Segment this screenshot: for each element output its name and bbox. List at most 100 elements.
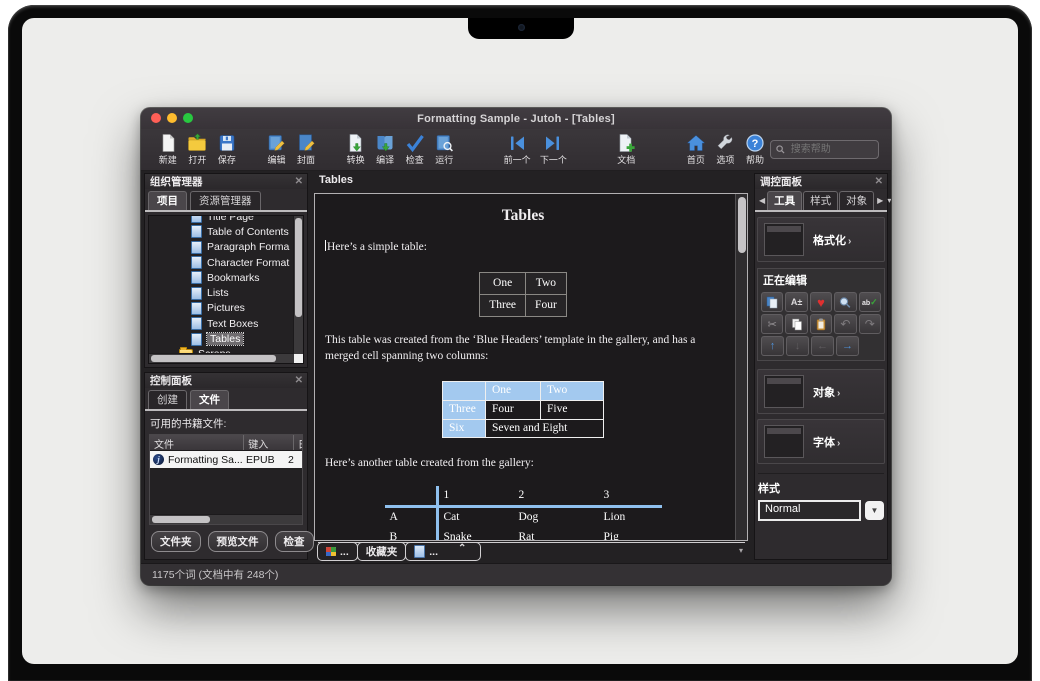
check-button[interactable]: 检查	[400, 133, 430, 166]
tab-resource-manager[interactable]: 资源管理器	[190, 191, 261, 210]
compile-button[interactable]: 编译	[370, 133, 400, 166]
table-cell[interactable]: Lion	[599, 507, 662, 528]
file-list-horizontal-scrollbar[interactable]	[150, 514, 302, 524]
open-button[interactable]: 打开	[183, 133, 213, 166]
help-search-field[interactable]	[770, 140, 879, 159]
spellcheck-button[interactable]: ab✓	[859, 292, 881, 312]
tree-item[interactable]: Text Boxes	[149, 316, 294, 331]
simple-table[interactable]: One Two Three Four	[479, 272, 567, 317]
documents-tab[interactable]: ... ⌃	[405, 542, 481, 561]
zoom-window-button[interactable]	[183, 113, 193, 123]
column-type[interactable]: 键入	[244, 435, 294, 450]
tree-item[interactable]: Character Format	[149, 255, 294, 270]
table-cell[interactable]: Three	[480, 295, 526, 317]
document-button[interactable]: 文档	[612, 133, 642, 166]
collapse-chevron-icon[interactable]: ⌃	[458, 543, 466, 554]
style-combo-value[interactable]: Normal	[758, 500, 861, 521]
table-cell[interactable]: One	[480, 273, 526, 295]
convert-button[interactable]: 转换	[341, 133, 371, 166]
table-cell-header[interactable]: One	[486, 382, 541, 401]
tree-item[interactable]: Title Page	[149, 215, 294, 224]
favorites-tab[interactable]: 收藏夹	[357, 542, 407, 561]
scroll-tabs-right-icon[interactable]: ▶	[875, 196, 885, 205]
run-button[interactable]: 运行	[430, 133, 460, 166]
scroll-tabs-left-icon[interactable]: ◀	[757, 196, 767, 205]
close-window-button[interactable]	[151, 113, 161, 123]
table-cell-header[interactable]	[443, 382, 486, 401]
editor-vertical-scrollbar[interactable]	[735, 194, 747, 540]
table-cell[interactable]: Five	[541, 400, 604, 419]
table-cell[interactable]: Cat	[437, 507, 514, 528]
table-cell-header[interactable]: Six	[443, 419, 486, 438]
blue-headers-table[interactable]: One Two Three Four Five Six	[442, 381, 604, 438]
tree-item[interactable]: Bookmarks	[149, 270, 294, 285]
tree-item[interactable]: Paragraph Forma	[149, 240, 294, 255]
tree-vertical-scrollbar[interactable]	[293, 216, 303, 354]
table-cell[interactable]: A	[385, 507, 438, 528]
close-icon[interactable]: ✕	[295, 375, 303, 386]
table-cell[interactable]: Four	[486, 400, 541, 419]
table-cell[interactable]: Rat	[514, 528, 599, 540]
tree-horizontal-scrollbar[interactable]	[149, 353, 294, 363]
edit-button[interactable]: 编辑	[262, 133, 292, 166]
close-icon[interactable]: ✕	[295, 176, 303, 187]
column-file[interactable]: 文件	[150, 435, 244, 450]
cover-button[interactable]: 封面	[291, 133, 321, 166]
object-group[interactable]: 对象›	[757, 369, 885, 414]
column-date[interactable]: 日期	[294, 435, 302, 450]
tab-project[interactable]: 项目	[148, 191, 187, 210]
cut-button[interactable]: ✂	[761, 314, 783, 334]
close-icon[interactable]: ✕	[875, 176, 883, 187]
tab-objects[interactable]: 对象	[839, 191, 874, 210]
table-cell-header[interactable]: Two	[541, 382, 604, 401]
font-size-button[interactable]: A±	[785, 292, 807, 312]
previous-button[interactable]: 前一个	[499, 133, 535, 166]
gallery-tab[interactable]: ...	[317, 542, 358, 561]
table-cell[interactable]: Dog	[514, 507, 599, 528]
table-cell[interactable]: Snake	[437, 528, 514, 540]
tab-files[interactable]: 文件	[190, 390, 229, 409]
font-group[interactable]: 字体›	[757, 419, 885, 464]
table-cell[interactable]: Two	[526, 273, 567, 295]
table-cell-header[interactable]: 3	[599, 486, 662, 507]
check-file-button[interactable]: 检查	[275, 531, 314, 552]
tab-create[interactable]: 创建	[148, 390, 187, 409]
favorites-heart-button[interactable]: ♥	[810, 292, 832, 312]
new-button[interactable]: 新建	[153, 133, 183, 166]
move-left-button[interactable]: ←	[811, 336, 834, 356]
next-button[interactable]: 下一个	[535, 133, 571, 166]
style-combo-dropdown-button[interactable]: ▼	[865, 501, 884, 520]
paste-button[interactable]	[810, 314, 832, 334]
find-button[interactable]	[834, 292, 856, 312]
folder-button[interactable]: 文件夹	[151, 531, 201, 552]
table-cell-merged[interactable]: Seven and Eight	[486, 419, 604, 438]
table-cell-header[interactable]: 1	[437, 486, 514, 507]
table-cell[interactable]: Pig	[599, 528, 662, 540]
document-canvas[interactable]: Tables Here’s a simple table: One Two Th…	[315, 194, 735, 540]
tree-item-tables-selected[interactable]: Tables	[149, 331, 294, 346]
options-button[interactable]: 选项	[711, 133, 741, 166]
tab-styles[interactable]: 样式	[803, 191, 838, 210]
tabs-dropdown-icon[interactable]: ▾	[885, 196, 891, 205]
minimize-window-button[interactable]	[167, 113, 177, 123]
preview-file-button[interactable]: 预览文件	[208, 531, 268, 552]
paste-page-button[interactable]	[761, 292, 783, 312]
gallery-table[interactable]: 1 2 3 A Cat Dog Lion	[385, 486, 662, 540]
move-down-button[interactable]: ↓	[786, 336, 809, 356]
table-cell[interactable]: Four	[526, 295, 567, 317]
home-button[interactable]: 首页	[681, 133, 711, 166]
undo-button[interactable]: ↶	[834, 314, 856, 334]
tree-item[interactable]: Pictures	[149, 301, 294, 316]
tree-item[interactable]: Table of Contents	[149, 224, 294, 239]
tabbar-dropdown-icon[interactable]: ▾	[739, 546, 743, 555]
table-cell[interactable]: B	[385, 528, 438, 540]
move-up-button[interactable]: ↑	[761, 336, 784, 356]
redo-button[interactable]: ↷	[859, 314, 881, 334]
search-input[interactable]	[789, 143, 863, 156]
table-cell[interactable]	[385, 486, 438, 507]
help-button[interactable]: ? 帮助	[740, 133, 770, 166]
tree-item[interactable]: Lists	[149, 285, 294, 300]
move-right-button[interactable]: →	[836, 336, 859, 356]
formatting-group[interactable]: 格式化›	[757, 217, 885, 262]
tab-tools[interactable]: 工具	[767, 191, 802, 210]
